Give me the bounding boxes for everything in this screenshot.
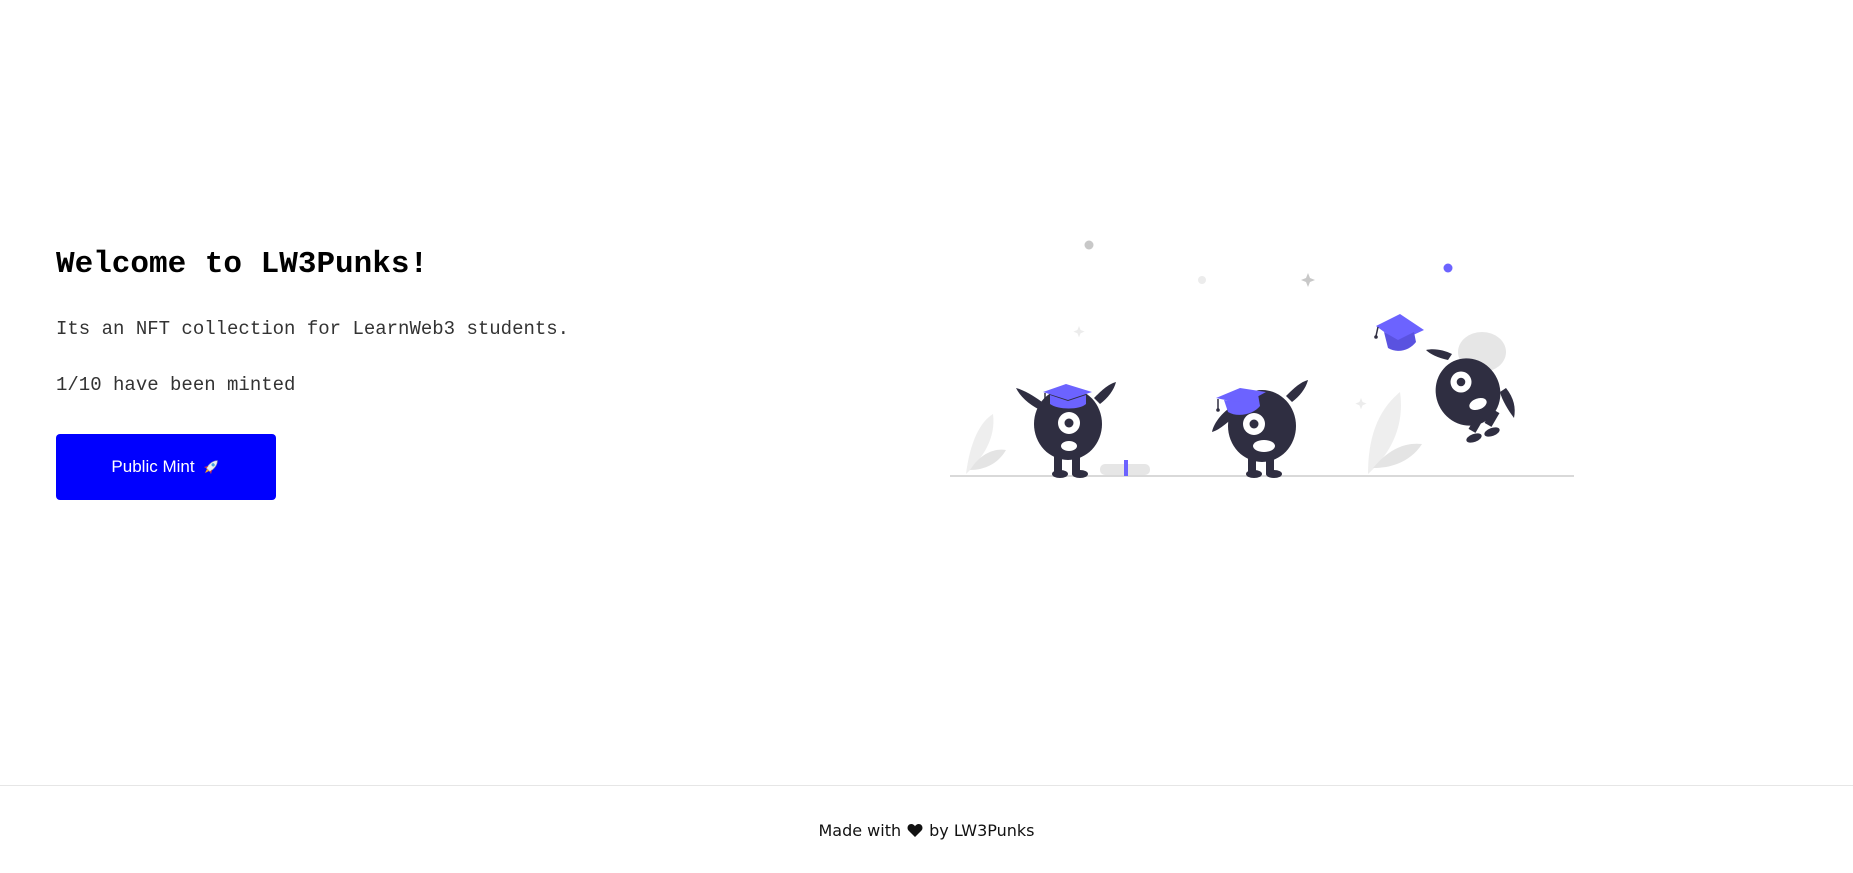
footer-prefix: Made with [818,820,902,840]
rocket-icon [201,457,221,477]
hero-description: Its an NFT collection for LearnWeb3 stud… [56,318,570,340]
page-title: Welcome to LW3Punks! [56,247,429,282]
heart-icon [907,823,923,838]
mint-status: 1/10 have been minted [56,374,295,396]
plant-right [1368,392,1422,474]
footer-suffix: by LW3Punks [929,820,1035,840]
monster-character [1212,380,1308,478]
page: Welcome to LW3Punks! Its an NFT collecti… [0,0,1853,873]
public-mint-button[interactable]: Public Mint [56,434,276,500]
sparkle-icon [1073,326,1085,338]
monster-character [1426,332,1515,443]
footer: Made with by LW3Punks [0,785,1853,873]
mint-button-label: Public Mint [111,457,195,476]
diploma-icon [1100,460,1150,476]
graduation-cap-icon [1374,314,1424,351]
graduation-monsters-illustration [950,240,1574,478]
minted-count: 1/10 [56,374,102,396]
sparkle-icon [1301,273,1315,287]
decor-dot [1084,240,1094,250]
sparkle-icon [1355,398,1367,410]
minted-suffix: have been minted [101,374,296,396]
decor-dot [1198,276,1206,284]
decor-dot [1443,263,1453,273]
plant-left [966,414,1006,474]
monster-character [1016,382,1116,478]
hero-section: Welcome to LW3Punks! Its an NFT collecti… [56,238,756,396]
